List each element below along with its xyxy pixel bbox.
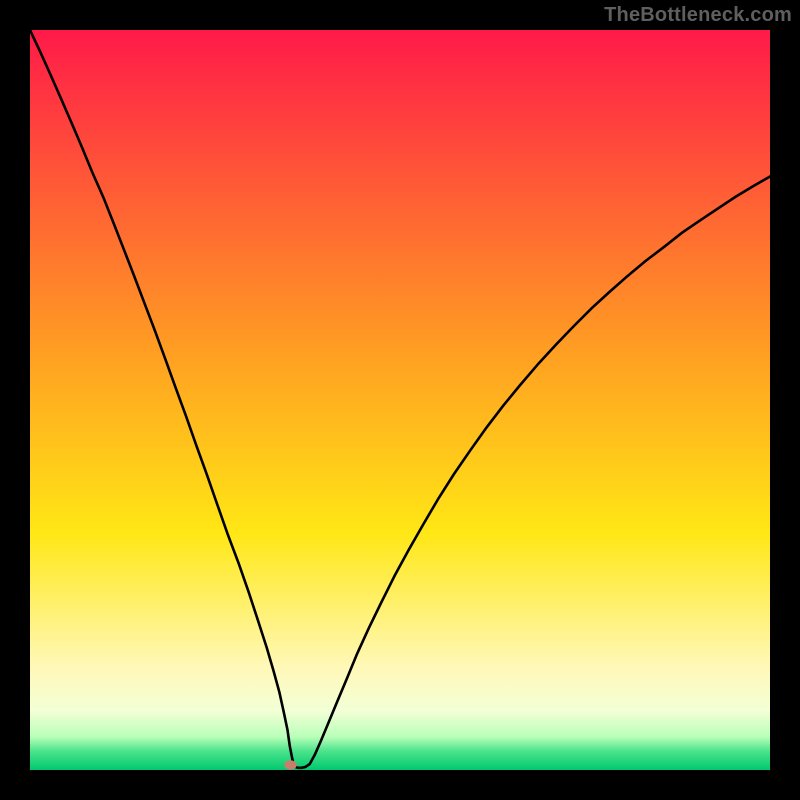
plot-area <box>30 30 770 770</box>
gradient-background <box>30 30 770 770</box>
chart-svg <box>30 30 770 770</box>
watermark-text: TheBottleneck.com <box>604 4 792 27</box>
chart-frame: TheBottleneck.com <box>0 0 800 800</box>
optimum-marker <box>284 760 296 770</box>
